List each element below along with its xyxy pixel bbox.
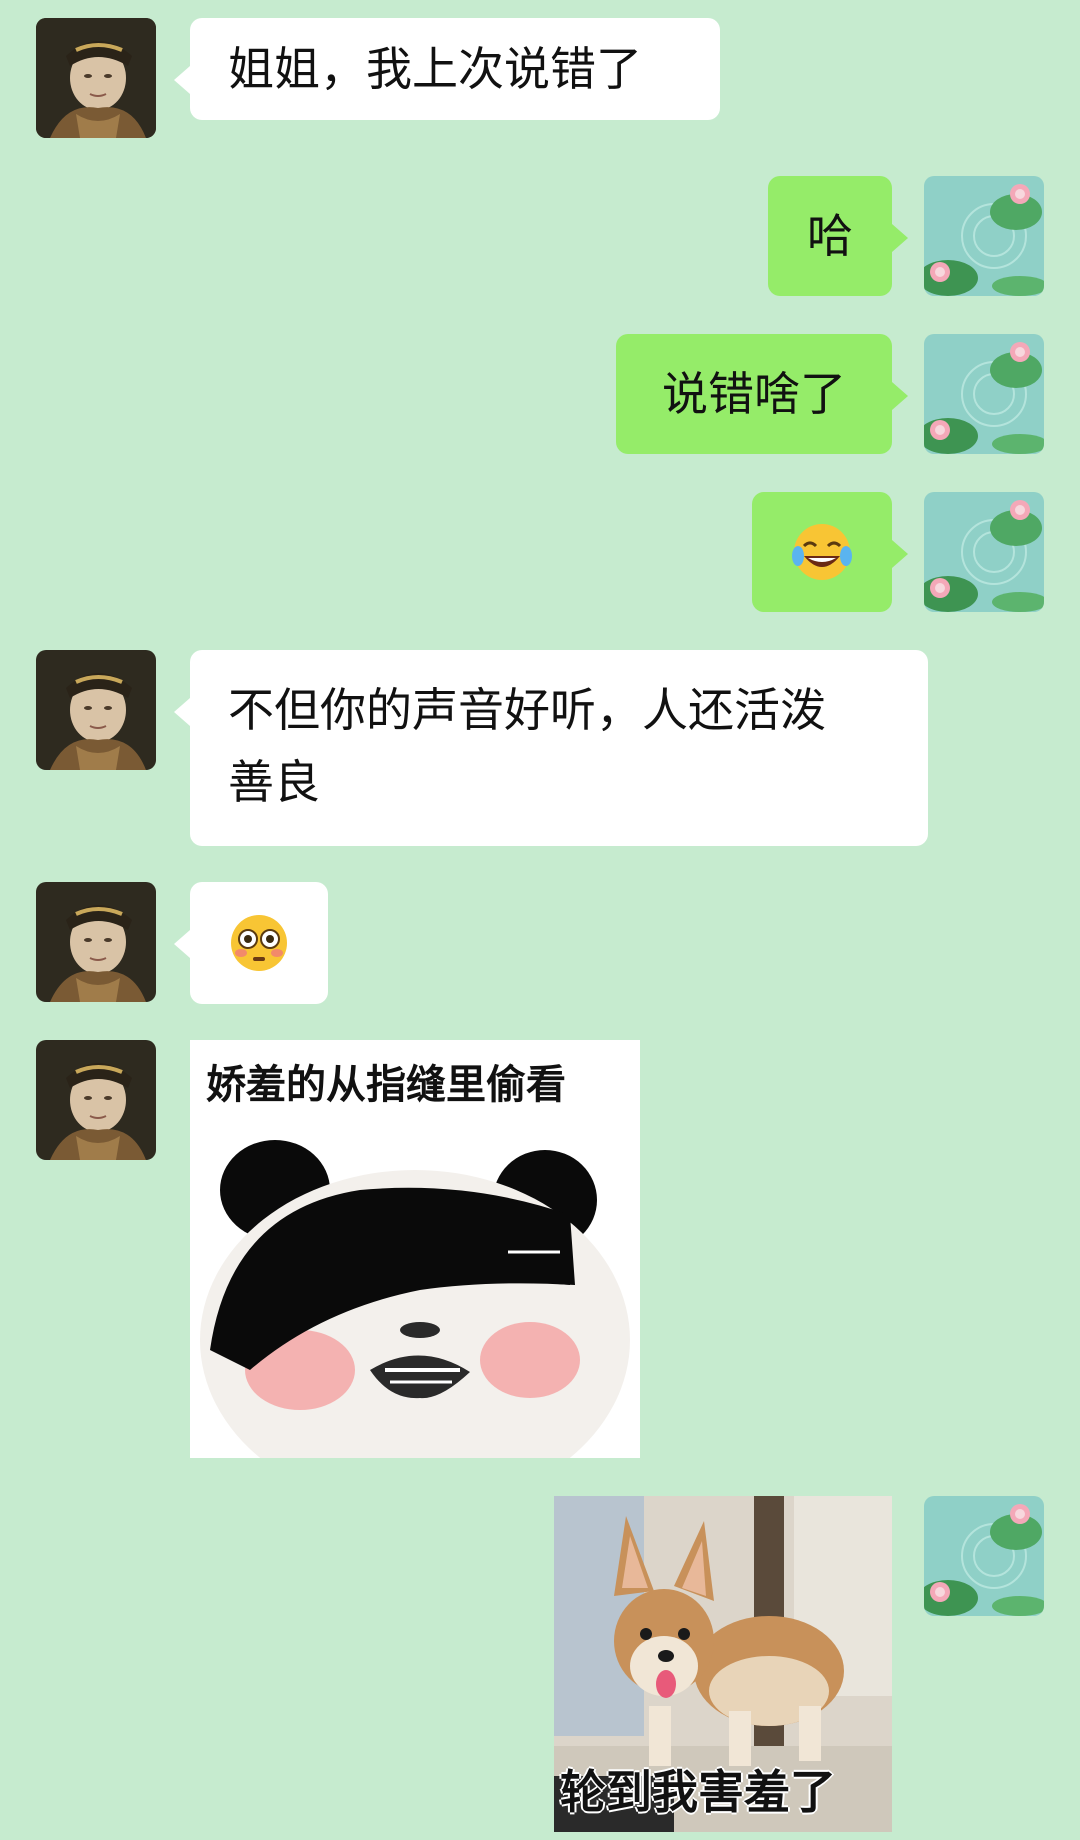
contact-avatar[interactable] (36, 650, 156, 770)
message-bubble-outgoing[interactable]: 哈 (768, 176, 908, 296)
message-bubble-outgoing[interactable] (752, 492, 908, 612)
lotus-pond-icon (924, 1496, 1044, 1616)
bubble-tail (174, 930, 190, 958)
sticker-caption: 轮到我害羞了 (560, 1765, 836, 1819)
panda-peeking-sticker[interactable]: 娇羞的从指缝里偷看 (190, 1040, 640, 1458)
bubble-tail (174, 698, 190, 726)
message-bubble-incoming[interactable]: 不但你的声音好听，人还活泼 善良 (174, 650, 928, 846)
lotus-pond-icon (924, 492, 1044, 612)
contact-avatar-image (36, 1040, 156, 1160)
self-avatar[interactable] (924, 492, 1044, 612)
contact-avatar-image (36, 882, 156, 1002)
contact-avatar-image (36, 650, 156, 770)
message-text: 哈 (807, 209, 853, 263)
contact-avatar[interactable] (36, 1040, 156, 1160)
bubble-tail (174, 66, 190, 94)
message-bubble-outgoing[interactable]: 说错啥了 (616, 334, 908, 454)
flushed-face-emoji-icon (231, 915, 287, 971)
contact-avatar[interactable] (36, 18, 156, 138)
message-bubble-incoming[interactable] (174, 882, 328, 1004)
lotus-pond-icon (924, 334, 1044, 454)
chat-window: 姐姐，我上次说错了 哈 说错啥了 不但你的声音好听，人还活泼 善良 娇羞的从指缝… (0, 0, 1080, 1840)
contact-avatar[interactable] (36, 882, 156, 1002)
message-text: 姐姐，我上次说错了 (228, 42, 642, 96)
tears-of-joy-emoji-icon (792, 524, 852, 580)
panda-icon (200, 1140, 630, 1458)
self-avatar[interactable] (924, 334, 1044, 454)
bubble-tail (892, 224, 908, 252)
message-bubble-incoming[interactable]: 姐姐，我上次说错了 (174, 18, 720, 120)
lotus-pond-icon (924, 176, 1044, 296)
self-avatar[interactable] (924, 176, 1044, 296)
contact-avatar-image (36, 18, 156, 138)
message-text-line: 不但你的声音好听，人还活泼 (228, 683, 826, 737)
self-avatar[interactable] (924, 1496, 1044, 1616)
corgi-shy-sticker[interactable]: 轮到我害羞了 (554, 1496, 892, 1832)
bubble-tail (892, 540, 908, 568)
message-text-line: 善良 (228, 755, 320, 809)
message-text: 说错啥了 (662, 367, 846, 421)
bubble-tail (892, 382, 908, 410)
